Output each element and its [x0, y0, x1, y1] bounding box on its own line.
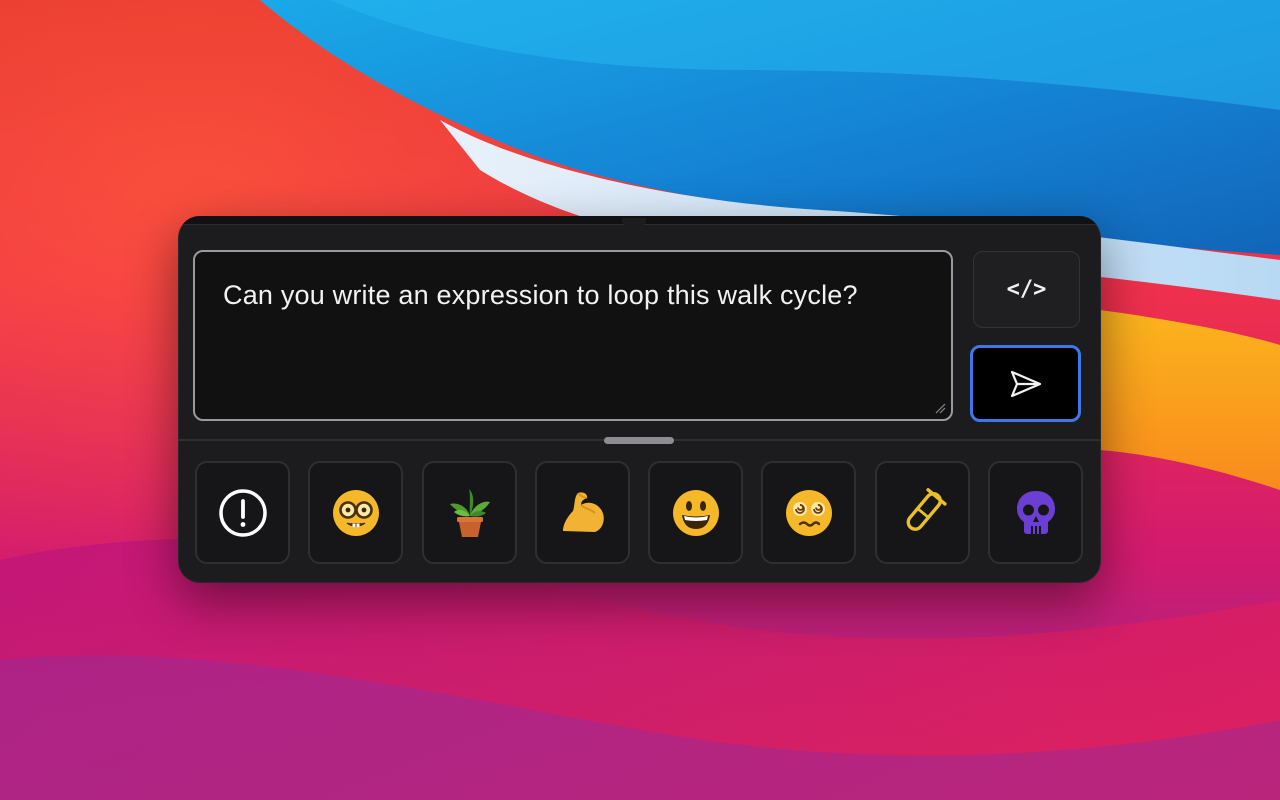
prompt-text[interactable]: Can you write an expression to loop this…: [223, 274, 903, 316]
reaction-skull-button[interactable]: [988, 461, 1083, 564]
send-icon: [1010, 370, 1041, 397]
reaction-alert-button[interactable]: [195, 461, 290, 564]
code-button[interactable]: </>: [973, 251, 1080, 328]
grinning-face-icon: [672, 489, 719, 536]
test-tube-icon: [906, 487, 947, 531]
reaction-test-tube-button[interactable]: [875, 461, 970, 564]
reaction-dizzy-button[interactable]: [761, 461, 856, 564]
skull-icon: [1016, 490, 1055, 534]
reaction-muscle-button[interactable]: [535, 461, 630, 564]
resize-grip-icon[interactable]: [934, 402, 946, 414]
drag-handle[interactable]: [604, 437, 674, 444]
potted-plant-icon: [449, 488, 490, 537]
reaction-nerd-button[interactable]: [308, 461, 403, 564]
ai-assistant-panel: Can you write an expression to loop this…: [178, 216, 1101, 583]
send-button[interactable]: [970, 345, 1081, 422]
nerd-face-icon: [332, 489, 379, 536]
dizzy-face-icon: [785, 489, 832, 536]
alert-circle-icon: [218, 488, 267, 537]
panel-notch: [622, 218, 646, 226]
code-icon: </>: [1006, 277, 1047, 302]
reaction-plant-button[interactable]: [422, 461, 517, 564]
flexed-biceps-icon: [562, 491, 604, 532]
prompt-textarea[interactable]: Can you write an expression to loop this…: [193, 250, 953, 421]
reaction-bar: [195, 461, 1085, 564]
reaction-grin-button[interactable]: [648, 461, 743, 564]
